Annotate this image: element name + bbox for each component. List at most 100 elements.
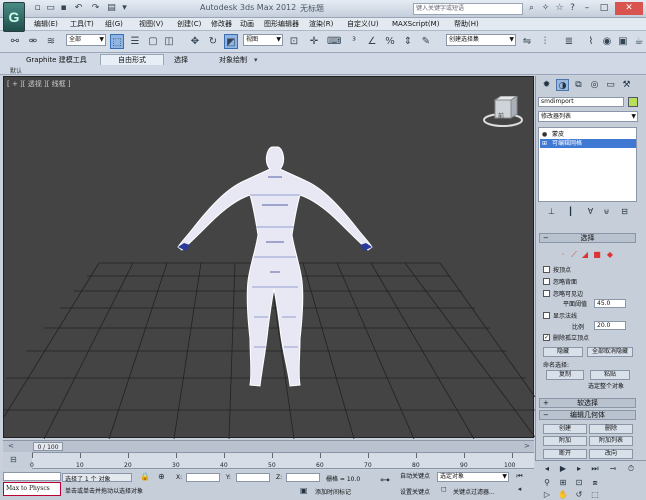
motion-panel-icon[interactable]: ◎ xyxy=(588,79,601,91)
menu-graph-editors[interactable]: 图形编辑器 xyxy=(264,19,299,30)
face-mode-icon[interactable]: ◢ xyxy=(581,251,589,259)
spinner-snap-icon[interactable]: ⇕ xyxy=(401,34,415,49)
edge-mode-icon[interactable]: ⟋ xyxy=(570,251,578,259)
window-crossing-icon[interactable]: ◫ xyxy=(162,34,176,49)
time-slider-next-icon[interactable]: > xyxy=(524,442,530,450)
search-icon[interactable]: ⌕ xyxy=(526,3,537,14)
undo-icon[interactable]: ↶ xyxy=(73,3,84,14)
scale-icon[interactable]: ◩ xyxy=(224,34,238,49)
render-icon[interactable]: ☕ xyxy=(632,34,646,49)
lock-selection-icon[interactable]: 🔒 xyxy=(140,472,150,481)
menu-edit[interactable]: 编辑(E) xyxy=(34,19,58,30)
minimize-icon[interactable]: – xyxy=(580,2,594,15)
bind-spacewarp-icon[interactable]: ≋ xyxy=(44,34,58,49)
element-mode-icon[interactable]: ◆ xyxy=(606,251,614,259)
selection-rollout-header[interactable]: − 选择 xyxy=(539,233,636,243)
curve-editor-icon[interactable]: ⌇ xyxy=(584,34,598,49)
mirror-icon[interactable]: ⇋ xyxy=(520,34,534,49)
remove-modifier-icon[interactable]: ⊌ xyxy=(601,206,612,217)
communication-center-icon[interactable]: ✧ xyxy=(540,3,551,14)
time-slider-thumb[interactable]: 0 / 100 xyxy=(33,442,63,451)
search-input[interactable]: 键入关键字或短语 xyxy=(413,3,523,15)
key-mode-icon[interactable]: ⊸ xyxy=(606,463,620,474)
layer-manager-icon[interactable]: ≣ xyxy=(562,34,576,49)
scale-spinner[interactable]: 20.0 xyxy=(594,321,626,330)
key-filters-icon[interactable]: ◻ xyxy=(441,485,447,493)
modifier-stack[interactable]: ● 蒙皮 ⊞ 可编辑网格 xyxy=(538,127,637,202)
tab-object-paint[interactable]: 对象绘制 xyxy=(219,55,247,65)
x-coordinate-field[interactable] xyxy=(186,473,220,482)
new-file-icon[interactable]: ▫ xyxy=(32,3,43,14)
planar-threshold-spinner[interactable]: 45.0 xyxy=(594,299,626,308)
tab-freeform[interactable]: 自由形式 xyxy=(118,55,146,65)
time-slider-prev-icon[interactable]: < xyxy=(8,442,14,450)
render-setup-icon[interactable]: ▣ xyxy=(616,34,630,49)
project-folder-icon[interactable]: ▤ xyxy=(106,3,117,14)
mini-curve-editor-icon[interactable]: ⊟ xyxy=(10,455,17,464)
soft-selection-rollout-header[interactable]: + 软选择 xyxy=(539,398,636,408)
tab-selection[interactable]: 选择 xyxy=(174,55,188,65)
named-selection-dropdown[interactable]: 创建选择集 ▼ xyxy=(446,34,516,46)
menu-views[interactable]: 视图(V) xyxy=(139,19,163,30)
menu-tools[interactable]: 工具(T) xyxy=(70,19,94,30)
material-editor-icon[interactable]: ◉ xyxy=(600,34,614,49)
display-panel-icon[interactable]: ▭ xyxy=(604,79,617,91)
detach-button[interactable]: 断开 xyxy=(543,449,587,459)
show-end-result-icon[interactable]: ┃ xyxy=(565,206,576,217)
configure-modifier-sets-icon[interactable]: ⊟ xyxy=(619,206,630,217)
pivot-center-icon[interactable]: ⊡ xyxy=(287,34,301,49)
pin-stack-icon[interactable]: ⊥ xyxy=(546,206,557,217)
next-frame-icon[interactable]: ▸ xyxy=(572,463,586,474)
set-key-icon[interactable]: ⊶ xyxy=(380,475,390,486)
rectangular-selection-icon[interactable]: ▢ xyxy=(146,34,160,49)
help-icon[interactable]: ? xyxy=(567,3,578,14)
select-by-name-icon[interactable]: ☰ xyxy=(128,34,142,49)
maxscript-listener-top[interactable] xyxy=(3,472,61,481)
zoom-extents-icon[interactable]: ⊡ xyxy=(572,477,586,488)
menu-help[interactable]: 帮助(H) xyxy=(454,19,479,30)
expand-icon[interactable]: ⊞ xyxy=(542,139,547,148)
modify-panel-icon[interactable]: ◑ xyxy=(556,79,569,91)
pan-icon[interactable]: ✋ xyxy=(556,489,570,500)
viewport-label-menu[interactable]: [ + ][ 透视 ][ 线框 ] xyxy=(7,79,71,89)
character-wireframe-mesh[interactable] xyxy=(177,146,373,387)
maximize-viewport-icon[interactable]: ⬚ xyxy=(588,489,602,500)
tab-graphite-modeling[interactable]: Graphite 建模工具 xyxy=(26,55,87,65)
turn-button[interactable]: 改向 xyxy=(589,449,633,459)
keyboard-shortcut-icon[interactable]: ⌨ xyxy=(327,34,341,49)
create-button[interactable]: 创建 xyxy=(543,424,587,434)
object-color-swatch[interactable] xyxy=(628,97,638,107)
maximize-icon[interactable]: □ xyxy=(597,2,611,15)
object-name-field[interactable]: smdimport xyxy=(538,97,624,107)
modifier-list-dropdown[interactable]: 修改器列表 ▼ xyxy=(538,111,638,122)
snaps-toggle-icon[interactable]: ³ xyxy=(347,34,361,49)
favorites-icon[interactable]: ☆ xyxy=(554,3,565,14)
play-icon[interactable]: ▶ xyxy=(556,463,570,474)
ribbon-minimize-icon[interactable]: ▾ xyxy=(254,56,258,64)
selection-filter-dropdown[interactable]: 全部 ▼ xyxy=(66,34,106,46)
utilities-panel-icon[interactable]: ⚒ xyxy=(620,79,633,91)
menu-maxscript[interactable]: MAXScript(M) xyxy=(392,19,439,30)
manipulate-icon[interactable]: ✛ xyxy=(307,34,321,49)
hierarchy-panel-icon[interactable]: ⧉ xyxy=(572,79,585,91)
timeslider-keyframe-icon[interactable]: ◂ xyxy=(514,484,525,495)
light-bulb-icon[interactable]: ● xyxy=(542,130,547,139)
unhide-all-button[interactable]: 全部取消隐藏 xyxy=(587,347,633,357)
ignore-visible-edges-checkbox[interactable] xyxy=(543,290,550,297)
ignore-backfacing-checkbox[interactable] xyxy=(543,278,550,285)
field-of-view-icon[interactable]: ▷ xyxy=(540,489,554,500)
zoom-icon[interactable]: ⚲ xyxy=(540,477,554,488)
percent-snap-icon[interactable]: % xyxy=(383,34,397,49)
menu-animation[interactable]: 动画 xyxy=(240,19,254,30)
polygon-mode-icon[interactable]: ■ xyxy=(593,251,601,259)
menu-customize[interactable]: 自定义(U) xyxy=(347,19,379,30)
rotate-icon[interactable]: ↻ xyxy=(206,34,220,49)
orbit-icon[interactable]: ↺ xyxy=(572,489,586,500)
delete-button[interactable]: 删除 xyxy=(589,424,633,434)
copy-button[interactable]: 复制 xyxy=(546,370,584,380)
zoom-extents-all-icon[interactable]: ⧈ xyxy=(588,477,602,488)
menu-group[interactable]: 组(G) xyxy=(105,19,123,30)
angle-snap-icon[interactable]: ∠ xyxy=(365,34,379,49)
save-icon[interactable]: ▪ xyxy=(58,3,69,14)
menu-create[interactable]: 创建(C) xyxy=(177,19,201,30)
